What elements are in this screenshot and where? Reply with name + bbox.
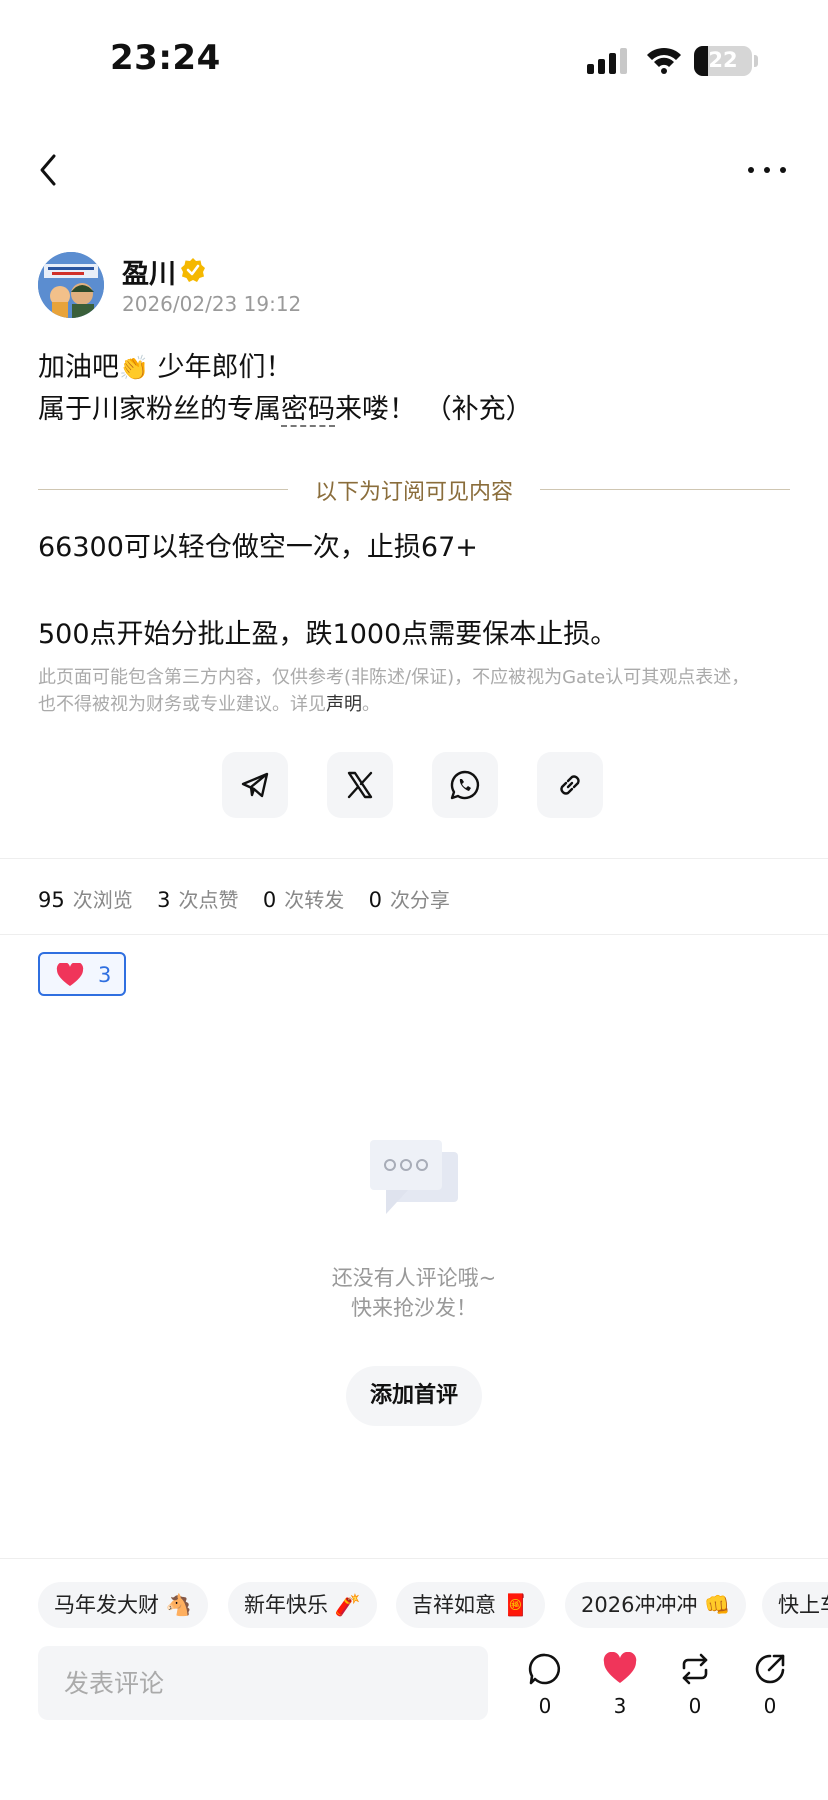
reposts-count: 0 (262, 888, 277, 912)
quick-reply-chip[interactable]: 2026冲冲冲 👊 (565, 1582, 747, 1628)
like-count: 3 (613, 1694, 627, 1718)
quick-reply-chip[interactable]: 吉祥如意 🧧 (396, 1582, 545, 1628)
repost-icon (682, 1653, 708, 1685)
post-line-1-end: 少年郎们！ (148, 352, 293, 383)
comment-count: 0 (538, 1694, 552, 1718)
battery-tip (754, 55, 758, 67)
author-name[interactable]: 盈川 (122, 252, 176, 291)
telegram-icon (241, 772, 269, 798)
separator (0, 1558, 828, 1559)
share-x-button[interactable] (327, 752, 393, 818)
whatsapp-icon (450, 770, 480, 800)
separator (0, 858, 828, 859)
post-line-1-start: 加油吧 (38, 352, 119, 383)
avatar-image (38, 252, 104, 318)
like-action-button[interactable]: 3 (590, 1650, 650, 1722)
repost-action-button[interactable]: 0 (665, 1650, 725, 1722)
views-count: 95 (38, 888, 65, 912)
comment-bubble-icon (528, 1653, 561, 1685)
post-line-2: 属于川家粉丝的专属密码来喽！ （补充） (38, 390, 533, 430)
repost-count: 0 (688, 1694, 702, 1718)
heart-icon (603, 1652, 637, 1683)
wifi-icon (647, 47, 681, 74)
x-icon (347, 771, 373, 799)
post-body-1: 66300可以轻仓做空一次，止损67+ (38, 532, 478, 563)
disclaimer-line-2: 也不得被视为财务或专业建议。详见声明。 (38, 691, 778, 718)
verified-badge-icon (181, 258, 205, 282)
link-icon (560, 775, 580, 795)
clapping-hands-emoji: 👏 (119, 354, 149, 382)
status-time: 23:24 (110, 38, 221, 78)
subscriber-divider-label: 以下为订阅可见内容 (314, 480, 513, 505)
share-whatsapp-button[interactable] (432, 752, 498, 818)
more-options-button[interactable] (742, 150, 792, 190)
post-line-2-end: 来喽！ （补充） (335, 394, 533, 425)
shares-label: 次分享 (389, 888, 450, 912)
cellular-signal-icon (587, 48, 627, 74)
likes-count: 3 (157, 888, 171, 912)
subscriber-divider: 以下为订阅可见内容 (38, 470, 790, 510)
views-stat: 95 次浏览 (38, 888, 133, 912)
shares-stat: 0 次分享 (369, 888, 450, 912)
comment-action-button[interactable]: 0 (515, 1650, 575, 1722)
empty-comments-line-2: 快来抢沙发！ (351, 1296, 477, 1320)
quick-reply-chip[interactable]: 新年快乐 🧨 (228, 1582, 377, 1628)
share-count: 0 (763, 1694, 777, 1718)
comment-input[interactable] (38, 1646, 488, 1720)
views-label: 次浏览 (72, 888, 133, 912)
share-arrow-icon (755, 1654, 785, 1684)
reposts-stat: 0 次转发 (263, 888, 344, 912)
disclaimer-link[interactable]: 声明 (326, 694, 362, 715)
likes-label: 次点赞 (178, 888, 239, 912)
separator (0, 934, 828, 935)
reposts-label: 次转发 (284, 888, 345, 912)
quick-reply-chip[interactable]: 马年发大财 🐴 (38, 1582, 208, 1628)
likes-stat: 3 次点赞 (157, 888, 238, 912)
post-body-2: 500点开始分批止盈，跌1000点需要保本止损。 (38, 619, 618, 650)
disclaimer-line-2-text: 也不得被视为财务或专业建议。详见 (38, 694, 326, 715)
disclaimer-line-1: 此页面可能包含第三方内容，仅供参考(非陈述/保证)，不应被视为Gate认可其观点… (38, 667, 750, 688)
post-line-1: 加油吧👏 少年郎们！ (38, 348, 292, 388)
post-line-2-start: 属于川家粉丝的专属 (38, 394, 281, 425)
heart-reaction-chip[interactable]: 3 (38, 952, 126, 996)
copy-link-button[interactable] (537, 752, 603, 818)
empty-comments-line-1: 还没有人评论哦~ (331, 1266, 497, 1290)
heart-icon (56, 963, 84, 986)
quick-reply-chip[interactable]: 快上车 (762, 1582, 828, 1628)
shares-count: 0 (368, 888, 382, 912)
heart-reaction-count: 3 (98, 963, 112, 987)
empty-comments-icon (370, 1140, 458, 1214)
share-telegram-button[interactable] (222, 752, 288, 818)
back-button[interactable] (32, 148, 68, 192)
password-term-link[interactable]: 密码 (281, 394, 335, 427)
post-timestamp: 2026/02/23 19:12 (122, 292, 302, 316)
post-stats: 95 次浏览 3 次点赞 0 次转发 0 次分享 (38, 884, 468, 913)
disclaimer: 此页面可能包含第三方内容，仅供参考(非陈述/保证)，不应被视为Gate认可其观点… (38, 664, 778, 718)
add-first-comment-button[interactable]: 添加首评 (346, 1366, 482, 1426)
battery-icon: 22 (694, 46, 752, 76)
battery-level: 22 (708, 48, 738, 72)
disclaimer-end: 。 (362, 694, 380, 715)
status-bar: 23:24 22 (0, 0, 828, 120)
author-avatar[interactable] (38, 252, 104, 318)
share-action-button[interactable]: 0 (740, 1650, 800, 1722)
